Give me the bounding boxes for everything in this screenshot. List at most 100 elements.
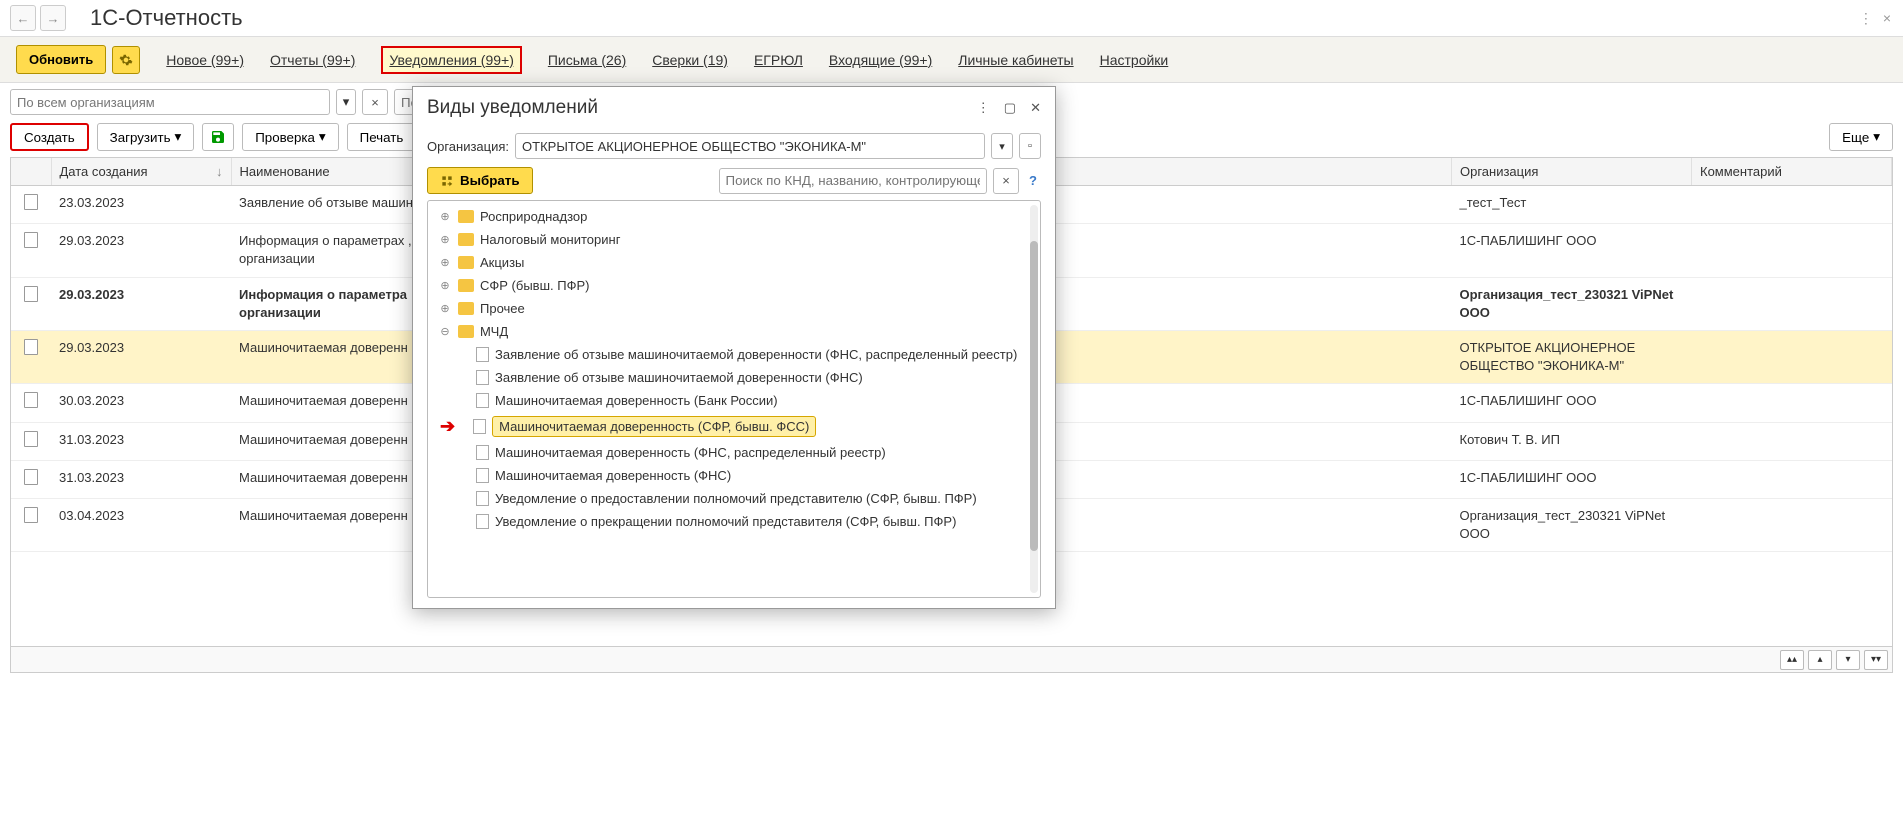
page-down-button[interactable]: ▾ [1836, 650, 1860, 670]
org-value: ОТКРЫТОЕ АКЦИОНЕРНОЕ ОБЩЕСТВО "ЭКОНИКА-М… [522, 139, 866, 154]
notification-tree[interactable]: ⊕Росприроднадзор⊕Налоговый мониторинг⊕Ак… [427, 200, 1041, 598]
nav-cabinets[interactable]: Личные кабинеты [958, 52, 1073, 68]
leaf-label: Машиночитаемая доверенность (Банк России… [495, 393, 778, 408]
refresh-icon-button[interactable] [202, 123, 234, 151]
org-filter-dropdown[interactable]: По всем организациям [10, 89, 330, 115]
file-icon [476, 468, 489, 483]
close-tab-icon[interactable]: × [1881, 10, 1893, 27]
leaf-label: Машиночитаемая доверенность (СФР, бывш. … [492, 416, 816, 437]
help-icon[interactable]: ? [1025, 173, 1041, 188]
cell-org: Организация_тест_230321 ViPNet ООО [1452, 277, 1692, 330]
file-icon [476, 370, 489, 385]
check-label: Проверка [255, 130, 315, 145]
folder-label: Акцизы [480, 255, 524, 270]
select-button[interactable]: Выбрать [427, 167, 533, 194]
nav-reconciliations[interactable]: Сверки (19) [652, 52, 728, 68]
scrollbar-thumb[interactable] [1030, 241, 1038, 551]
tree-leaf[interactable]: Уведомление о прекращении полномочий пре… [428, 510, 1040, 533]
header-org[interactable]: Организация [1452, 158, 1692, 186]
nav-forward-button[interactable]: → [40, 5, 66, 31]
nav-notifications[interactable]: Уведомления (99+) [381, 46, 522, 74]
expand-icon[interactable]: ⊕ [438, 302, 452, 315]
arrow-right-icon: ➔ [440, 416, 455, 437]
tree-leaf[interactable]: Машиночитаемая доверенность (ФНС, распре… [428, 441, 1040, 464]
org-open-button[interactable]: ▫ [1019, 133, 1041, 159]
select-arrow-icon [440, 174, 454, 188]
select-label: Выбрать [460, 173, 520, 188]
nav-incoming[interactable]: Входящие (99+) [829, 52, 932, 68]
tree-leaf[interactable]: ➔ Машиночитаемая доверенность (СФР, бывш.… [428, 412, 1040, 441]
tree-folder[interactable]: ⊕ Прочее [428, 297, 1040, 320]
org-input[interactable]: ОТКРЫТОЕ АКЦИОНЕРНОЕ ОБЩЕСТВО "ЭКОНИКА-М… [515, 133, 985, 159]
tree-folder[interactable]: ⊕ Акцизы [428, 251, 1040, 274]
folder-icon [458, 233, 474, 246]
cell-date: 29.03.2023 [51, 224, 231, 277]
nav-reports[interactable]: Отчеты (99+) [270, 52, 355, 68]
expand-icon[interactable]: ⊖ [438, 325, 452, 338]
page-first-button[interactable]: ▴▴ [1780, 650, 1804, 670]
dialog-title: Виды уведомлений [427, 97, 598, 119]
page-last-button[interactable]: ▾▾ [1864, 650, 1888, 670]
folder-label: Прочее [480, 301, 525, 316]
tree-leaf[interactable]: Заявление об отзыве машиночитаемой довер… [428, 366, 1040, 389]
nav-egrul[interactable]: ЕГРЮЛ [754, 52, 803, 68]
leaf-label: Машиночитаемая доверенность (ФНС) [495, 468, 731, 483]
check-button[interactable]: Проверка ▾ [242, 123, 338, 151]
nav-settings[interactable]: Настройки [1100, 52, 1169, 68]
cell-date: 29.03.2023 [51, 277, 231, 330]
expand-icon[interactable]: ⊕ [438, 279, 452, 292]
folder-label: МЧД [480, 324, 508, 339]
tree-leaf[interactable]: Заявление об отзыве машиночитаемой довер… [428, 343, 1040, 366]
gear-icon [119, 53, 133, 67]
expand-icon[interactable]: ⊕ [438, 256, 452, 269]
more-button[interactable]: Еще ▾ [1829, 123, 1893, 151]
expand-icon[interactable]: ⊕ [438, 210, 452, 223]
dialog-search-input[interactable] [719, 168, 988, 194]
cell-org: 1С-ПАБЛИШИНГ ООО [1452, 384, 1692, 422]
folder-icon [458, 302, 474, 315]
tree-folder[interactable]: ⊕ Росприроднадзор [428, 205, 1040, 228]
load-button[interactable]: Загрузить ▾ [97, 123, 195, 151]
expand-icon[interactable]: ⊕ [438, 233, 452, 246]
clear-filter-button[interactable]: × [362, 89, 388, 115]
leaf-label: Заявление об отзыве машиночитаемой довер… [495, 370, 863, 385]
nav-letters[interactable]: Письма (26) [548, 52, 626, 68]
tree-leaf[interactable]: Машиночитаемая доверенность (ФНС) [428, 464, 1040, 487]
org-label: Организация: [427, 139, 509, 154]
tree-folder[interactable]: ⊖ МЧД [428, 320, 1040, 343]
leaf-label: Уведомление о прекращении полномочий пре… [495, 514, 956, 529]
page-up-button[interactable]: ▴ [1808, 650, 1832, 670]
folder-icon [458, 325, 474, 338]
file-icon [476, 514, 489, 529]
header-date[interactable]: Дата создания↓ [51, 158, 231, 186]
nav-new[interactable]: Новое (99+) [166, 52, 244, 68]
settings-gear-button[interactable] [112, 46, 140, 74]
menu-icon[interactable]: ⋮ [1857, 10, 1875, 27]
dialog-close-icon[interactable]: ✕ [1030, 100, 1041, 116]
document-icon [24, 339, 38, 355]
cell-org: 1С-ПАБЛИШИНГ ООО [1452, 224, 1692, 277]
tree-leaf[interactable]: Уведомление о предоставлении полномочий … [428, 487, 1040, 510]
header-comment[interactable]: Комментарий [1692, 158, 1892, 186]
org-dropdown-button[interactable]: ▾ [991, 133, 1013, 159]
tree-folder[interactable]: ⊕Налоговый мониторинг [428, 228, 1040, 251]
nav-back-button[interactable]: ← [10, 5, 36, 31]
dialog-maximize-icon[interactable]: ▢ [1004, 100, 1016, 116]
document-icon [24, 469, 38, 485]
refresh-button[interactable]: Обновить [16, 45, 106, 74]
print-button[interactable]: Печать [347, 123, 417, 151]
cell-org: Котович Т. В. ИП [1452, 422, 1692, 460]
cell-date: 31.03.2023 [51, 422, 231, 460]
folder-label: Росприроднадзор [480, 209, 587, 224]
file-icon [476, 347, 489, 362]
create-button[interactable]: Создать [10, 123, 89, 151]
dialog-menu-icon[interactable]: ⋮ [977, 100, 990, 116]
dialog-search-clear[interactable]: × [993, 168, 1019, 194]
cell-org: ОТКРЫТОЕ АКЦИОНЕРНОЕ ОБЩЕСТВО "ЭКОНИКА-М… [1452, 330, 1692, 383]
tree-folder[interactable]: ⊕СФР (бывш. ПФР) [428, 274, 1040, 297]
cell-comment [1692, 330, 1892, 383]
tree-leaf[interactable]: Машиночитаемая доверенность (Банк России… [428, 389, 1040, 412]
sort-asc-icon: ↓ [216, 164, 223, 179]
cell-comment [1692, 422, 1892, 460]
dropdown-arrow-icon[interactable]: ▾ [336, 89, 356, 115]
